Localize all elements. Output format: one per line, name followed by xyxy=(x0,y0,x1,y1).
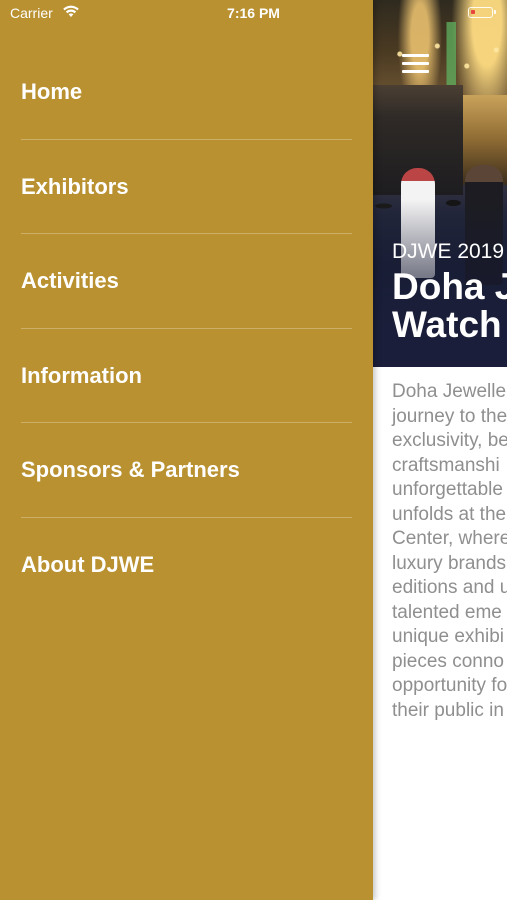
intro-text: Doha Jewelle journey to the exclusivity,… xyxy=(392,380,507,723)
side-drawer: Home Exhibitors Activities Information S… xyxy=(0,0,373,900)
hero-subtitle: DJWE 2019 xyxy=(392,240,505,263)
hero-title: Doha J Watch xyxy=(392,268,507,344)
drawer-item-label: Home xyxy=(21,79,83,104)
hero-banner: DJWE 2019 Doha J Watch xyxy=(373,0,507,367)
intro-text-line: talented eme xyxy=(392,601,502,623)
battery-icon xyxy=(468,7,496,18)
intro-text-line: craftsmanshi xyxy=(392,454,500,476)
intro-text-line: unforgettable xyxy=(392,479,503,500)
hero-title-line: Doha J xyxy=(392,266,507,307)
hero-title-line: Watch xyxy=(392,304,502,345)
status-time: 7:16 PM xyxy=(227,5,280,21)
drawer-item-label: Exhibitors xyxy=(21,173,129,199)
intro-text-line: their public in xyxy=(392,699,504,721)
drawer-item-label: Information xyxy=(21,362,142,388)
main-content: DJWE 2019 Doha J Watch Doha Jewelle jour… xyxy=(373,0,507,900)
intro-text-line: editions and u xyxy=(392,577,507,598)
drawer-item-exhibitors[interactable]: Exhibitors xyxy=(0,140,373,234)
drawer-nav-list: Home Exhibitors Activities Information S… xyxy=(0,45,373,612)
drawer-item-label: Activities xyxy=(21,268,119,293)
intro-text-line: unfolds at the xyxy=(392,503,507,525)
intro-text-line: Center, where xyxy=(392,528,507,549)
drawer-item-activities[interactable]: Activities xyxy=(0,234,373,329)
hamburger-menu-icon[interactable] xyxy=(402,52,430,74)
intro-text-line: exclusivity, be xyxy=(392,430,507,451)
intro-text-line: luxury brands xyxy=(392,552,507,574)
drawer-item-label: Sponsors & Partners xyxy=(21,457,240,482)
drawer-item-about-djwe[interactable]: About DJWE xyxy=(0,518,373,613)
drawer-item-label: About DJWE xyxy=(21,551,155,577)
intro-text-line: opportunity fo xyxy=(392,675,507,696)
drawer-item-home[interactable]: Home xyxy=(0,45,373,140)
intro-text-line: Doha Jewelle xyxy=(392,381,507,402)
status-bar: Carrier 7:16 PM xyxy=(0,0,507,28)
intro-text-line: unique exhibi xyxy=(392,626,504,647)
drawer-item-sponsors-partners[interactable]: Sponsors & Partners xyxy=(0,423,373,518)
intro-text-line: pieces conno xyxy=(392,650,504,672)
intro-text-line: journey to the xyxy=(392,405,507,427)
drawer-item-information[interactable]: Information xyxy=(0,329,373,423)
